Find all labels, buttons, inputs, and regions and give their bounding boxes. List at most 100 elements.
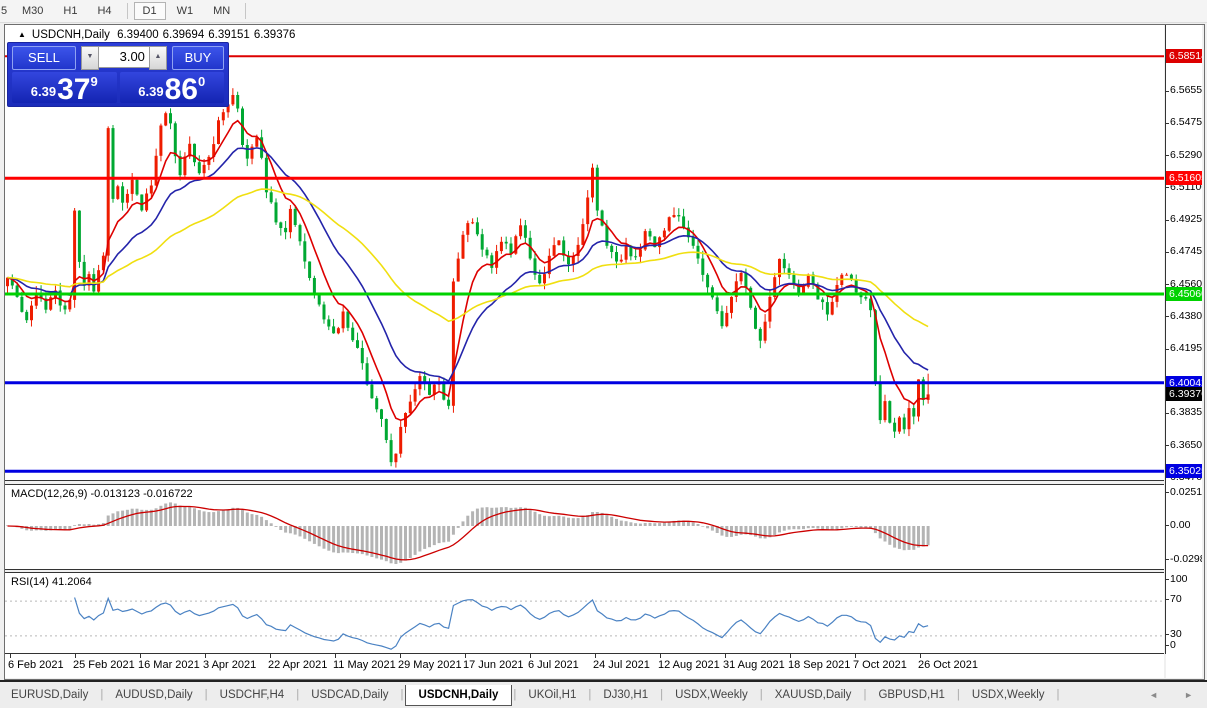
tab-scroll-right-icon[interactable]: ►	[1184, 690, 1193, 700]
tab-separator: |	[100, 689, 104, 701]
one-click-trade-panel: SELL ▼ 3.00 ▲ BUY 6.39 37 9 6.39 86 0	[7, 42, 229, 107]
chart-tab-dj30-h1[interactable]: DJ30,H1	[592, 685, 659, 705]
rsi-tick-mark	[1166, 599, 1169, 600]
chart-tab-xauusd-daily[interactable]: XAUUSD,Daily	[764, 685, 863, 705]
macd-tick-mark	[1166, 492, 1169, 493]
rsi-tick-mark	[1166, 634, 1169, 635]
price-tick-mark	[1166, 187, 1169, 188]
date-label: 7 Oct 2021	[853, 659, 907, 671]
macd-tick-mark	[1166, 525, 1169, 526]
date-tick-mark	[140, 654, 141, 658]
chart-tab-audusd-daily[interactable]: AUDUSD,Daily	[104, 685, 203, 705]
timeframe-button-w1[interactable]: W1	[168, 2, 203, 20]
timeframe-button-d1[interactable]: D1	[133, 2, 166, 20]
timeframe-button-h4[interactable]: H4	[88, 2, 120, 20]
trade-panel-row2: 6.39 37 9 6.39 86 0	[12, 72, 224, 106]
macd-tick-mark	[1166, 559, 1169, 560]
bid-price-prefix: 6.39	[30, 84, 57, 99]
date-label: 25 Feb 2021	[73, 659, 135, 671]
tab-separator: |	[400, 689, 404, 701]
macd-tick-label: -0.029888	[1170, 553, 1202, 565]
timeframe-button-5[interactable]: 5	[1, 2, 11, 20]
price-tick-mark	[1166, 349, 1169, 350]
volume-increase-icon[interactable]: ▲	[148, 46, 167, 70]
price-axis[interactable]: 6.565506.547506.529006.511006.492506.474…	[1166, 25, 1202, 678]
rsi-tick-label: 70	[1170, 592, 1182, 605]
time-axis[interactable]: 6 Feb 2021 25 Feb 2021 16 Mar 2021 3 Apr 20…	[5, 654, 1164, 678]
price-tick-label: 6.56550	[1170, 84, 1202, 96]
macd-tick-label: 0.00	[1170, 519, 1191, 531]
date-tick-mark	[530, 654, 531, 658]
price-tick-mark	[1166, 220, 1169, 221]
date-label: 24 Jul 2021	[593, 659, 650, 671]
timeframe-button-m30[interactable]: M30	[13, 2, 52, 20]
price-tick-label: 6.43800	[1170, 310, 1202, 322]
sell-button[interactable]: SELL	[12, 46, 76, 70]
chart-tab-usdcnh-daily[interactable]: USDCNH,Daily	[404, 684, 513, 706]
tab-separator: |	[759, 689, 763, 701]
macd-label: MACD(12,26,9) -0.013123 -0.016722	[11, 488, 193, 500]
price-tick-label: 6.49250	[1170, 213, 1202, 225]
toolbar-separator	[126, 3, 128, 19]
price-tick-label: 6.36500	[1170, 439, 1202, 451]
tab-separator: |	[204, 689, 208, 701]
price-tick-mark	[1166, 413, 1169, 414]
price-tick-mark	[1166, 316, 1169, 317]
ask-price-big: 86	[164, 73, 198, 106]
volume-input[interactable]: 3.00	[98, 46, 149, 68]
price-tick-mark	[1166, 91, 1169, 92]
tab-separator: |	[588, 689, 592, 701]
date-tick-mark	[595, 654, 596, 658]
level-price-label: 6.35025	[1166, 464, 1202, 478]
chart-tab-ukoil-h1[interactable]: UKOil,H1	[517, 685, 587, 705]
level-price-label: 6.51605	[1166, 171, 1202, 185]
macd-indicator-pane[interactable]: MACD(12,26,9) -0.013123 -0.016722	[5, 484, 1164, 570]
bid-quote[interactable]: 6.39 37 9	[12, 72, 117, 105]
date-label: 11 May 2021	[333, 659, 396, 671]
date-label: 31 Aug 2021	[723, 659, 785, 671]
rsi-tick-label: 0	[1170, 638, 1176, 651]
chart-tab-usdx-weekly[interactable]: USDX,Weekly	[664, 685, 759, 705]
price-tick-mark	[1166, 252, 1169, 253]
date-tick-mark	[790, 654, 791, 658]
date-label: 29 May 2021	[398, 659, 462, 671]
price-tick-mark	[1166, 284, 1169, 285]
chart-tab-gbpusd-h1[interactable]: GBPUSD,H1	[867, 685, 955, 705]
buy-button[interactable]: BUY	[171, 46, 224, 70]
level-price-label: 6.45060	[1166, 287, 1202, 301]
date-tick-mark	[270, 654, 271, 658]
tab-scroll-left-icon[interactable]: ◄	[1149, 690, 1158, 700]
ask-quote[interactable]: 6.39 86 0	[119, 72, 224, 106]
volume-decrease-icon[interactable]: ▼	[80, 46, 99, 70]
price-tick-label: 6.47450	[1170, 245, 1202, 257]
tab-scroll-arrows: ◄ ►	[1149, 690, 1193, 700]
date-tick-mark	[400, 654, 401, 658]
date-tick-mark	[335, 654, 336, 658]
date-tick-mark	[205, 654, 206, 658]
date-label: 16 Mar 2021	[138, 659, 200, 671]
ask-price-prefix: 6.39	[138, 84, 164, 99]
date-tick-mark	[920, 654, 921, 658]
chart-tab-usdcad-daily[interactable]: USDCAD,Daily	[300, 685, 399, 705]
timeframe-button-h1[interactable]: H1	[54, 2, 86, 20]
expand-triangle-icon[interactable]: ▲	[18, 30, 26, 39]
ohlc-low: 6.39151	[208, 29, 250, 41]
timeframe-button-mn[interactable]: MN	[204, 2, 239, 20]
price-tick-mark	[1166, 123, 1169, 124]
chart-symbol: USDCNH,Daily	[31, 29, 110, 41]
toolbar-separator	[245, 3, 247, 19]
price-tick-label: 6.41950	[1170, 342, 1202, 354]
date-tick-mark	[10, 654, 11, 658]
date-tick-mark	[855, 654, 856, 658]
date-tick-mark	[725, 654, 726, 658]
date-label: 18 Sep 2021	[788, 659, 851, 671]
level-price-label: 6.58514	[1166, 49, 1202, 63]
trade-panel-row1: SELL ▼ 3.00 ▲ BUY	[12, 46, 224, 70]
chart-tab-bar: EURUSD,Daily | AUDUSD,Daily | USDCHF,H4 | USDC…	[0, 680, 1207, 708]
date-label: 17 Jun 2021	[463, 659, 524, 671]
chart-tab-usdchf-h4[interactable]: USDCHF,H4	[209, 685, 296, 705]
rsi-indicator-pane[interactable]: RSI(14) 41.2064	[5, 572, 1164, 654]
chart-tab-eurusd-daily[interactable]: EURUSD,Daily	[0, 685, 99, 705]
tab-separator: |	[660, 689, 664, 701]
chart-tab-usdx-weekly[interactable]: USDX,Weekly	[961, 685, 1056, 705]
